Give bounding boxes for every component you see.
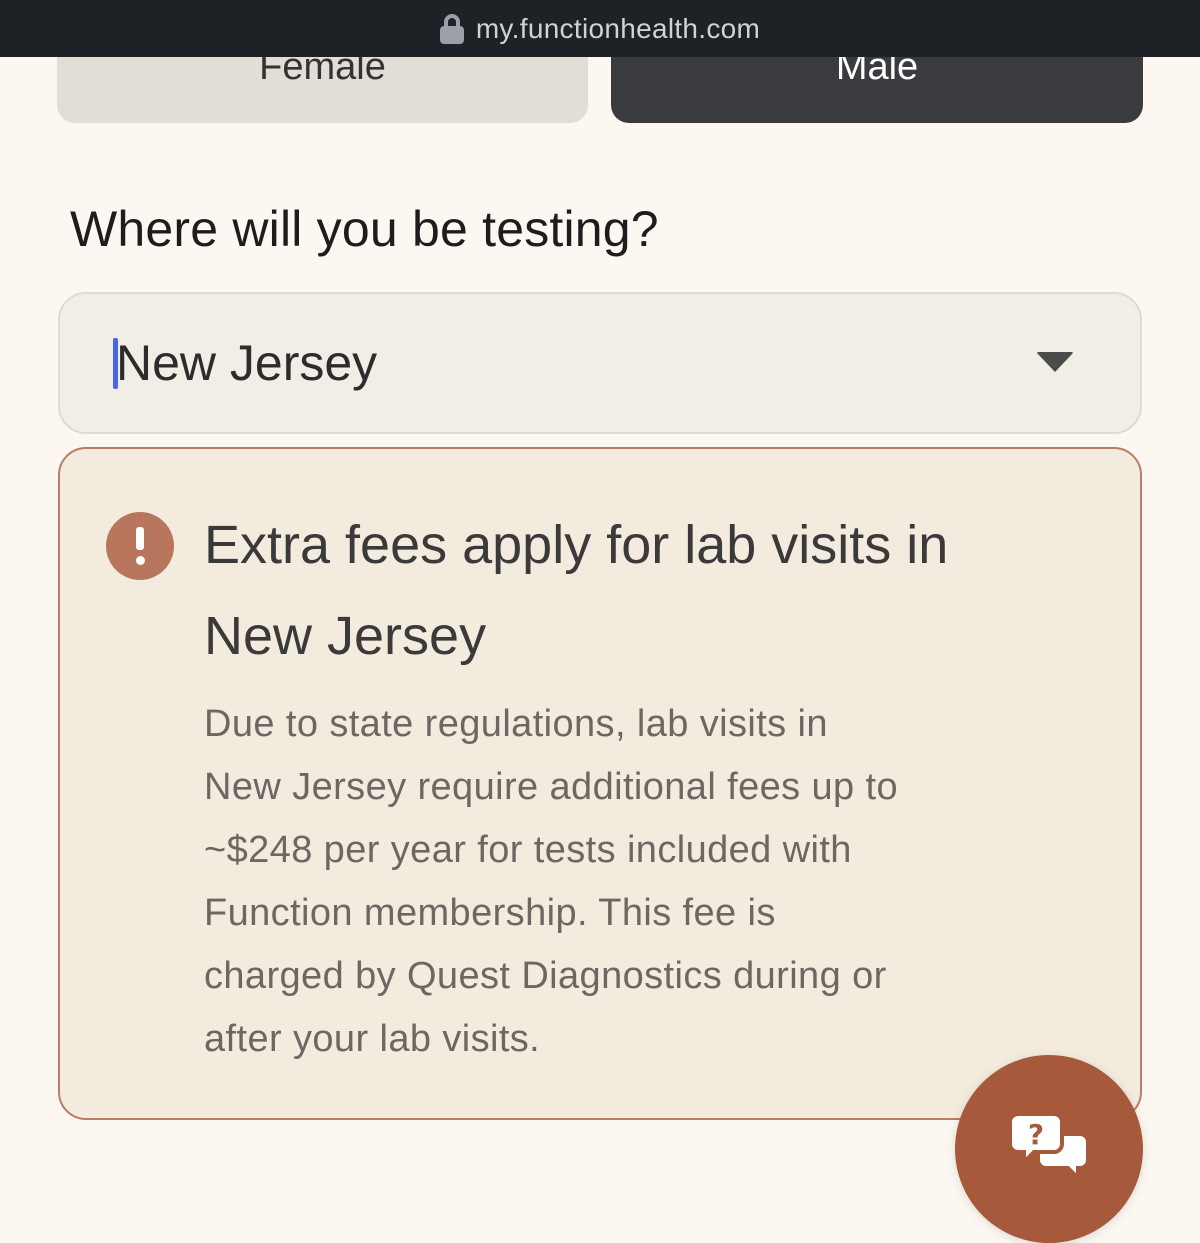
- url-display[interactable]: my.functionhealth.com: [439, 13, 760, 45]
- chevron-down-icon[interactable]: [1036, 352, 1074, 372]
- svg-text:?: ?: [1028, 1118, 1044, 1151]
- help-chat-icon: ?: [1010, 1112, 1090, 1182]
- warning-title-line-1: Extra fees apply for lab visits in: [204, 515, 949, 575]
- testing-location-question: Where will you be testing?: [70, 201, 659, 257]
- warning-body-line: after your lab visits.: [204, 1018, 541, 1060]
- warning-body-line: New Jersey require additional fees up to: [204, 766, 899, 808]
- help-chat-button[interactable]: ?: [955, 1055, 1143, 1243]
- warning-body-line: Due to state regulations, lab visits in: [204, 703, 828, 745]
- state-select-value[interactable]: New Jersey: [116, 334, 377, 392]
- url-text[interactable]: my.functionhealth.com: [476, 13, 760, 45]
- lock-icon: [439, 13, 464, 44]
- warning-body-line: Function membership. This fee is: [204, 892, 776, 934]
- warning-title-line-2: New Jersey: [204, 606, 487, 666]
- warning-body-line: charged by Quest Diagnostics during or: [204, 955, 887, 997]
- warning-body: Due to state regulations, lab visits in …: [204, 693, 1054, 1071]
- alert-icon: [106, 512, 174, 580]
- warning-body-line: ~$248 per year for tests included with: [204, 829, 852, 871]
- warning-title: Extra fees apply for lab visits in New J…: [204, 500, 1104, 682]
- browser-url-bar[interactable]: my.functionhealth.com: [0, 0, 1200, 57]
